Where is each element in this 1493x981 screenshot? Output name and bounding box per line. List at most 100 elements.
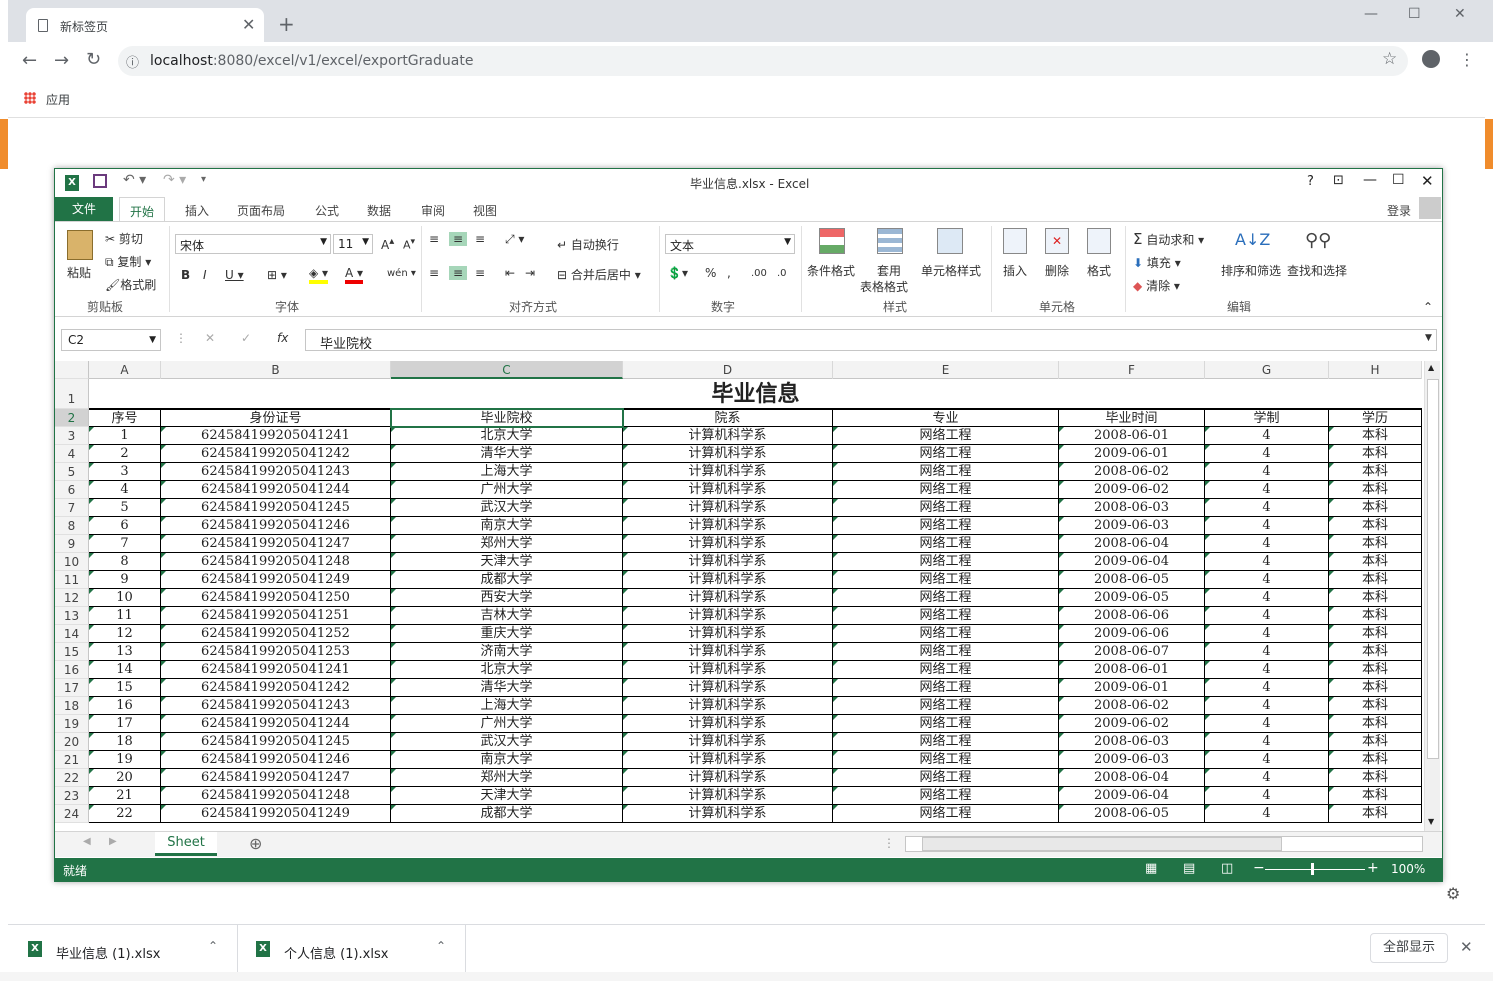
insert-cells-icon[interactable]: [1003, 228, 1027, 254]
table-cell[interactable]: 4: [1205, 715, 1329, 733]
browser-tab[interactable]: 新标签页 ✕: [26, 8, 264, 42]
conditional-format-icon[interactable]: [819, 228, 845, 254]
column-header[interactable]: E: [833, 361, 1059, 379]
table-cell[interactable]: 本科: [1329, 589, 1422, 607]
row-header[interactable]: 7: [55, 499, 89, 517]
autosum-button[interactable]: Σ 自动求和 ▾: [1133, 230, 1204, 248]
table-cell[interactable]: 4: [1205, 643, 1329, 661]
table-cell[interactable]: 网络工程: [833, 679, 1059, 697]
excel-maximize-icon[interactable]: ☐: [1392, 172, 1405, 188]
table-cell[interactable]: 624584199205041251: [161, 607, 391, 625]
close-downloads-icon[interactable]: ✕: [1460, 938, 1473, 956]
table-cell[interactable]: 西安大学: [391, 589, 623, 607]
menu-dots-icon[interactable]: ⋮: [1459, 50, 1475, 69]
table-cell[interactable]: 4: [1205, 571, 1329, 589]
table-cell[interactable]: 济南大学: [391, 643, 623, 661]
table-cell[interactable]: 2009-06-05: [1059, 589, 1205, 607]
table-cell[interactable]: 6: [89, 517, 161, 535]
table-cell[interactable]: 624584199205041247: [161, 769, 391, 787]
table-cell[interactable]: 计算机科学系: [623, 535, 833, 553]
back-icon[interactable]: ←: [22, 50, 37, 71]
table-cell[interactable]: 南京大学: [391, 517, 623, 535]
delete-cells-icon[interactable]: ✕: [1045, 228, 1069, 254]
prev-sheet-icon[interactable]: ◀: [83, 836, 91, 847]
collapse-ribbon-icon[interactable]: ⌃: [1423, 300, 1433, 314]
font-size-select[interactable]: 11 ▼: [333, 234, 373, 254]
sort-filter-icon[interactable]: A↓Z: [1235, 230, 1270, 249]
table-cell[interactable]: 网络工程: [833, 553, 1059, 571]
column-header[interactable]: B: [161, 361, 391, 379]
table-cell[interactable]: 网络工程: [833, 499, 1059, 517]
table-cell[interactable]: 计算机科学系: [623, 733, 833, 751]
table-cell[interactable]: 本科: [1329, 571, 1422, 589]
number-format-select[interactable]: 文本 ▼: [665, 234, 795, 254]
table-cell[interactable]: 2008-06-03: [1059, 499, 1205, 517]
align-left-icon[interactable]: ≡: [429, 266, 439, 280]
table-cell[interactable]: 网络工程: [833, 481, 1059, 499]
table-cell[interactable]: 计算机科学系: [623, 769, 833, 787]
table-cell[interactable]: 网络工程: [833, 535, 1059, 553]
table-cell[interactable]: 本科: [1329, 553, 1422, 571]
table-cell[interactable]: 计算机科学系: [623, 805, 833, 823]
fill-button[interactable]: ⬇ 填充 ▾: [1133, 254, 1181, 271]
row-header[interactable]: 16: [55, 661, 89, 679]
scroll-thumb[interactable]: [1427, 379, 1439, 759]
table-cell[interactable]: 624584199205041245: [161, 733, 391, 751]
sheet-tab[interactable]: Sheet: [155, 832, 217, 856]
row-header[interactable]: 9: [55, 535, 89, 553]
table-cell[interactable]: 2009-06-04: [1059, 787, 1205, 805]
paste-icon[interactable]: [67, 230, 93, 260]
table-cell[interactable]: 624584199205041244: [161, 715, 391, 733]
next-sheet-icon[interactable]: ▶: [109, 836, 117, 847]
column-header[interactable]: F: [1059, 361, 1205, 379]
insert-cells-button[interactable]: 插入: [1003, 262, 1027, 279]
tab-file[interactable]: 文件: [55, 197, 113, 221]
row-header[interactable]: 11: [55, 571, 89, 589]
table-cell[interactable]: 2009-06-03: [1059, 517, 1205, 535]
table-cell[interactable]: 网络工程: [833, 697, 1059, 715]
table-cell[interactable]: 网络工程: [833, 715, 1059, 733]
table-cell[interactable]: 13: [89, 643, 161, 661]
profile-icon[interactable]: [1422, 50, 1440, 68]
minimize-icon[interactable]: —: [1364, 6, 1378, 22]
row-header[interactable]: 6: [55, 481, 89, 499]
row-header[interactable]: 19: [55, 715, 89, 733]
table-cell[interactable]: 清华大学: [391, 679, 623, 697]
download-item[interactable]: X 毕业信息 (1).xlsx ⌃: [8, 925, 238, 973]
tab-review[interactable]: 审阅: [421, 202, 445, 219]
table-cell[interactable]: 计算机科学系: [623, 499, 833, 517]
table-cell[interactable]: 南京大学: [391, 751, 623, 769]
copy-button[interactable]: ⧉ 复制 ▾: [105, 253, 151, 270]
ribbon-display-icon[interactable]: ⊡: [1333, 173, 1344, 188]
zoom-slider-track[interactable]: [1265, 869, 1365, 870]
table-cell[interactable]: 2009-06-04: [1059, 553, 1205, 571]
row-header[interactable]: 24: [55, 805, 89, 823]
table-cell[interactable]: 4: [1205, 481, 1329, 499]
save-icon[interactable]: [93, 174, 107, 188]
select-all-corner[interactable]: [55, 361, 89, 379]
wrap-text-button[interactable]: ↵ 自动换行: [557, 236, 619, 253]
table-cell[interactable]: 计算机科学系: [623, 589, 833, 607]
merge-center-button[interactable]: ⊟ 合并后居中 ▾: [557, 266, 641, 283]
table-cell[interactable]: 624584199205041242: [161, 445, 391, 463]
table-cell[interactable]: 9: [89, 571, 161, 589]
align-top-icon[interactable]: ≡: [429, 232, 439, 246]
bookmark-star-icon[interactable]: ☆: [1382, 49, 1397, 69]
table-cell[interactable]: 计算机科学系: [623, 607, 833, 625]
increase-indent-icon[interactable]: ⇥: [525, 266, 535, 280]
currency-icon[interactable]: 💲▾: [667, 266, 688, 280]
table-cell[interactable]: 4: [1205, 769, 1329, 787]
table-cell[interactable]: 624584199205041253: [161, 643, 391, 661]
fill-color-icon[interactable]: ◈ ▾: [309, 266, 329, 284]
table-cell[interactable]: 网络工程: [833, 607, 1059, 625]
worksheet-grid[interactable]: ABCDEFGH 1 毕业信息 2 序号 身份证号 毕业院校 院系 专业 毕业时间 学制 学历 3…: [55, 361, 1422, 831]
normal-view-icon[interactable]: ▦: [1145, 861, 1157, 876]
table-cell[interactable]: 计算机科学系: [623, 553, 833, 571]
format-cells-button[interactable]: 格式: [1087, 262, 1111, 279]
table-cell[interactable]: 网络工程: [833, 463, 1059, 481]
table-cell[interactable]: 本科: [1329, 517, 1422, 535]
tab-home[interactable]: 开始: [119, 197, 166, 222]
apps-grid-icon[interactable]: [24, 92, 36, 104]
table-cell[interactable]: 11: [89, 607, 161, 625]
tab-formulas[interactable]: 公式: [315, 202, 339, 219]
